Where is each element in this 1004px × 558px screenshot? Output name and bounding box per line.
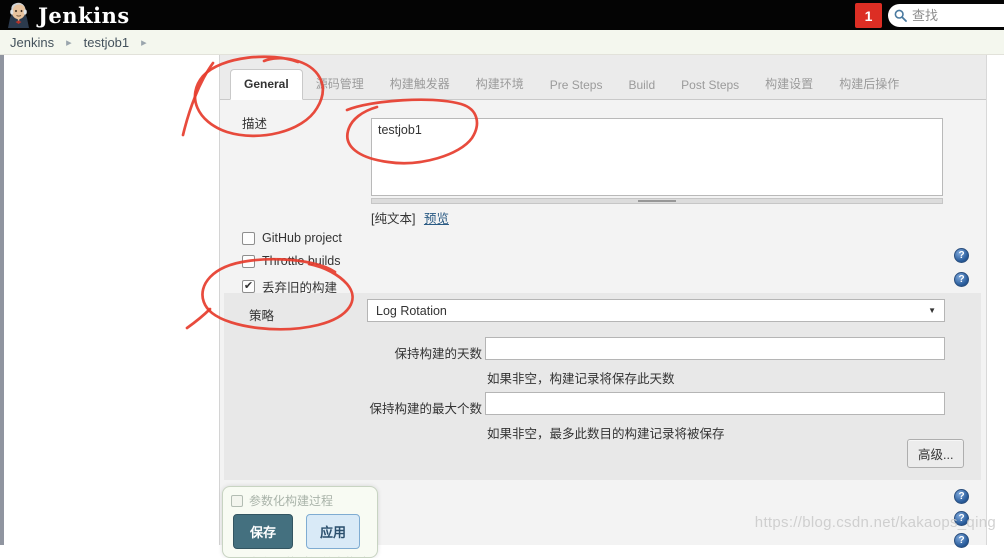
search-box: [888, 4, 1004, 27]
advanced-button[interactable]: 高级...: [907, 439, 964, 468]
throttle-builds-row: Throttle builds: [242, 254, 341, 268]
description-modeline: [纯文本] 预览: [371, 208, 449, 227]
concurrent-build-row: 在必要的时候并发构建: [231, 554, 377, 558]
help-icon[interactable]: ?: [954, 533, 969, 548]
help-icon[interactable]: ?: [954, 272, 969, 287]
throttle-builds-checkbox[interactable]: [242, 255, 255, 268]
strategy-label: 策略: [249, 305, 274, 324]
concurrent-build-label: 在必要的时候并发构建: [249, 554, 369, 558]
max-builds-label: 保持构建的最大个数: [310, 398, 482, 417]
strategy-selected-value: Log Rotation: [376, 304, 447, 318]
parameterized-build-row: 参数化构建过程: [231, 492, 377, 509]
github-project-checkbox[interactable]: [242, 232, 255, 245]
save-button[interactable]: 保存: [233, 514, 293, 549]
config-tab-bar: General 源码管理 构建触发器 构建环境 Pre Steps Build …: [220, 55, 986, 100]
apply-button[interactable]: 应用: [306, 514, 360, 549]
throttle-builds-label: Throttle builds: [262, 254, 341, 268]
tab-source-code-management[interactable]: 源码管理: [303, 68, 377, 100]
tab-pre-steps[interactable]: Pre Steps: [537, 71, 616, 100]
days-to-keep-input[interactable]: [485, 337, 945, 360]
days-to-keep-help: 如果非空，构建记录将保存此天数: [487, 368, 675, 387]
chevron-right-icon: ▸: [66, 36, 72, 49]
breadcrumb-item-jenkins[interactable]: Jenkins: [10, 35, 54, 50]
csdn-watermark: https://blog.csdn.net/kakaops_qing: [755, 514, 996, 531]
help-icon[interactable]: ?: [954, 489, 969, 504]
tab-build[interactable]: Build: [615, 71, 668, 100]
tab-post-steps[interactable]: Post Steps: [668, 71, 752, 100]
textarea-resize-handle[interactable]: [371, 198, 943, 204]
tab-general[interactable]: General: [230, 69, 303, 100]
app-title[interactable]: Jenkins: [38, 3, 130, 28]
config-content: General 源码管理 构建触发器 构建环境 Pre Steps Build …: [219, 55, 987, 545]
parameterized-build-label: 参数化构建过程: [249, 492, 333, 509]
search-input[interactable]: [910, 7, 1004, 24]
max-builds-help: 如果非空，最多此数目的构建记录将被保存: [487, 423, 725, 442]
save-panel: 参数化构建过程 保存 应用 在必要的时候并发构建: [222, 486, 378, 558]
description-textarea[interactable]: testjob1: [371, 118, 943, 196]
parameterized-build-checkbox[interactable]: [231, 495, 243, 507]
tab-build-environment[interactable]: 构建环境: [463, 68, 537, 100]
strategy-select[interactable]: Log Rotation ▼: [367, 299, 945, 322]
discard-old-builds-checkbox[interactable]: ✔: [242, 280, 255, 293]
jenkins-butler-icon[interactable]: [5, 1, 31, 29]
help-icon[interactable]: ?: [954, 248, 969, 263]
jenkins-config-page: { "header": { "brand": "Jenkins", "alert…: [0, 0, 1004, 545]
log-rotation-section: 策略 Log Rotation ▼ 保持构建的天数 如果非空，构建记录将保存此天…: [224, 293, 981, 480]
tab-build-settings[interactable]: 构建设置: [752, 68, 826, 100]
annotation-tail-general-tab: [183, 63, 213, 135]
description-label: 描述: [242, 113, 267, 132]
chevron-down-icon: ▼: [928, 306, 936, 315]
github-project-label: GitHub project: [262, 231, 342, 245]
window-edge: [0, 55, 4, 545]
max-builds-input[interactable]: [485, 392, 945, 415]
top-bar: Jenkins 1: [0, 0, 1004, 30]
alert-count-badge[interactable]: 1: [855, 3, 882, 28]
days-to-keep-label: 保持构建的天数: [324, 343, 482, 362]
tab-build-triggers[interactable]: 构建触发器: [377, 68, 463, 100]
preview-link[interactable]: 预览: [424, 212, 449, 226]
chevron-right-icon: ▸: [141, 36, 147, 49]
plain-text-mode-label: [纯文本]: [371, 212, 415, 226]
github-project-row: GitHub project: [242, 231, 342, 245]
annotation-tail-discard-old-builds: [187, 309, 210, 328]
tab-post-build-actions[interactable]: 构建后操作: [826, 68, 912, 100]
breadcrumb: Jenkins ▸ testjob1 ▸: [0, 30, 1004, 55]
search-icon: [894, 9, 907, 22]
breadcrumb-item-job[interactable]: testjob1: [84, 35, 130, 50]
